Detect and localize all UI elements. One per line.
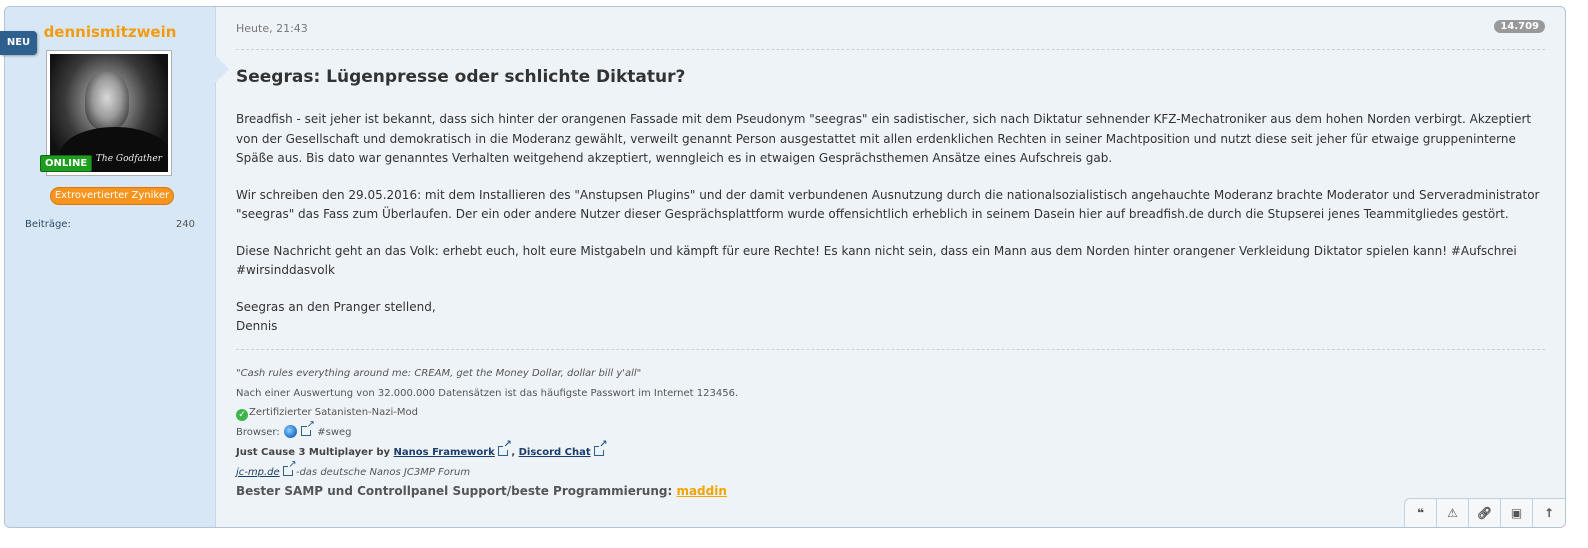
post-content: Heute, 21:43 14.709 Seegras: Lügenpresse… bbox=[236, 7, 1565, 527]
closing-line: Seegras an den Pranger stellend, bbox=[236, 299, 436, 314]
post-timestamp[interactable]: Heute, 21:43 bbox=[236, 22, 308, 35]
warning-icon: ⚠ bbox=[1447, 506, 1458, 520]
maddin-link[interactable]: maddin bbox=[676, 484, 726, 498]
nanos-framework-link[interactable]: Nanos Framework bbox=[394, 447, 495, 458]
signature-divider bbox=[236, 349, 1545, 350]
signature-fact: Nach einer Auswertung von 32.000.000 Dat… bbox=[236, 387, 739, 399]
user-rank-badge: Extrovertierter Zyniker bbox=[50, 187, 174, 205]
signature-quote: "Cash rules everything around me: CREAM,… bbox=[236, 368, 642, 379]
sidebar-pointer bbox=[215, 55, 229, 83]
signature-jc3: Just Cause 3 Multiplayer by Nanos Framew… bbox=[236, 439, 738, 463]
browser-logo-icon[interactable] bbox=[283, 425, 297, 439]
check-circle-icon: ✓ bbox=[236, 409, 248, 422]
header-divider bbox=[236, 49, 1545, 50]
scroll-top-button[interactable]: ↑ bbox=[1533, 499, 1565, 527]
user-sidebar: dennismitzwein The Godfather ONLINE Extr… bbox=[5, 7, 216, 527]
jcmp-link[interactable]: jc-mp.de bbox=[236, 467, 280, 478]
link-separator: , bbox=[511, 446, 516, 458]
post-title: Seegras: Lügenpresse oder schlichte Dikt… bbox=[236, 67, 686, 87]
quote-icon: ❝ bbox=[1416, 506, 1425, 520]
jc3-prefix: Just Cause 3 Multiplayer by bbox=[236, 446, 391, 458]
post-closing: Seegras an den Pranger stellend, Dennis bbox=[236, 298, 1545, 337]
support-text: Bester SAMP und Controllpanel Support/be… bbox=[236, 484, 673, 499]
online-badge: ONLINE bbox=[40, 155, 93, 172]
link-icon: 🔗︎ bbox=[1476, 506, 1493, 520]
permalink-button[interactable]: 🔗︎ bbox=[1469, 499, 1501, 527]
external-link-icon[interactable] bbox=[497, 439, 512, 456]
signature: "Cash rules everything around me: CREAM,… bbox=[236, 364, 738, 502]
post-paragraph: Breadfish - seit jeher ist bekannt, dass… bbox=[236, 112, 1532, 165]
closing-signature: Dennis bbox=[236, 319, 278, 333]
post-number-badge[interactable]: 14.709 bbox=[1494, 20, 1545, 33]
external-link-icon[interactable] bbox=[282, 459, 297, 476]
signature-support: Bester SAMP und Controllpanel Support/be… bbox=[236, 482, 738, 502]
report-button[interactable]: ⚠ bbox=[1437, 499, 1469, 527]
external-link-icon[interactable] bbox=[300, 420, 315, 437]
post-paragraph: Wir schreiben den 29.05.2016: mit dem In… bbox=[236, 187, 1540, 222]
image-button[interactable]: ▣ bbox=[1501, 499, 1533, 527]
arrow-up-icon: ↑ bbox=[1543, 506, 1555, 520]
signature-jcmp: jc-mp.de -das deutsche Nanos JC3MP Forum bbox=[236, 459, 738, 483]
discord-chat-link[interactable]: Discord Chat bbox=[519, 447, 591, 458]
post-body: Breadfish - seit jeher ist bekannt, dass… bbox=[236, 110, 1545, 354]
quote-button[interactable]: ❝ bbox=[1405, 499, 1437, 527]
post-toolbar: ❝ ⚠ 🔗︎ ▣ ↑ bbox=[1404, 498, 1565, 527]
post-container: dennismitzwein The Godfather ONLINE Extr… bbox=[4, 6, 1566, 528]
posts-count-value: 240 bbox=[175, 219, 195, 230]
posts-count-label[interactable]: Beiträge: bbox=[25, 219, 71, 230]
external-link-icon[interactable] bbox=[593, 439, 608, 456]
avatar-caption: The Godfather bbox=[95, 154, 162, 164]
new-post-badge: NEU bbox=[0, 31, 37, 55]
post-paragraph: Diese Nachricht geht an das Volk: erhebt… bbox=[236, 243, 1517, 278]
user-stats: Beiträge: 240 bbox=[25, 219, 195, 230]
signature-browser: Browser: #sweg bbox=[236, 420, 738, 443]
certified-text: Zertifizierter Satanisten-Nazi-Mod bbox=[249, 407, 418, 419]
browser-label: Browser: bbox=[236, 427, 280, 439]
jcmp-suffix: -das deutsche Nanos JC3MP Forum bbox=[295, 466, 471, 478]
browser-tag: #sweg bbox=[317, 427, 352, 439]
image-icon: ▣ bbox=[1510, 506, 1523, 520]
